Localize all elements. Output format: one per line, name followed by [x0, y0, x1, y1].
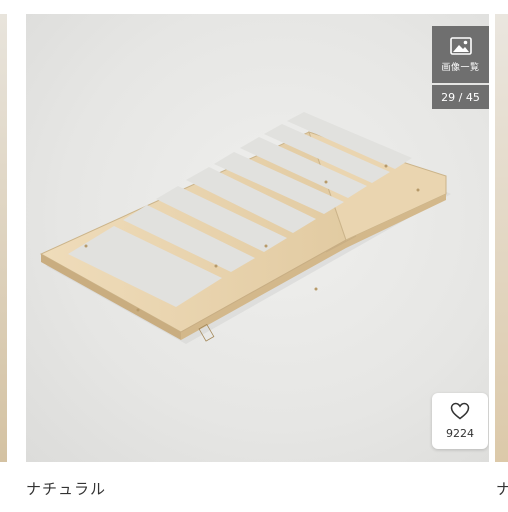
next-slide-peek[interactable]: [495, 14, 508, 462]
main-product-slide[interactable]: 画像一覧 29 / 45 9224: [26, 14, 489, 462]
product-image-carousel[interactable]: 画像一覧 29 / 45 9224 ナチュラル ナ: [0, 0, 508, 512]
favorite-button[interactable]: 9224: [432, 393, 488, 449]
color-variant-caption: ナチュラル: [26, 480, 107, 498]
product-photo: [39, 112, 451, 344]
favorite-count: 9224: [446, 427, 474, 440]
image-icon: [449, 36, 472, 55]
image-counter: 29 / 45: [432, 85, 489, 109]
gallery-button[interactable]: 画像一覧: [432, 26, 489, 83]
heart-outline-icon: [450, 402, 470, 424]
previous-slide-peek[interactable]: [0, 14, 7, 462]
gallery-label: 画像一覧: [441, 62, 480, 73]
next-slide-caption: ナ: [496, 480, 508, 498]
